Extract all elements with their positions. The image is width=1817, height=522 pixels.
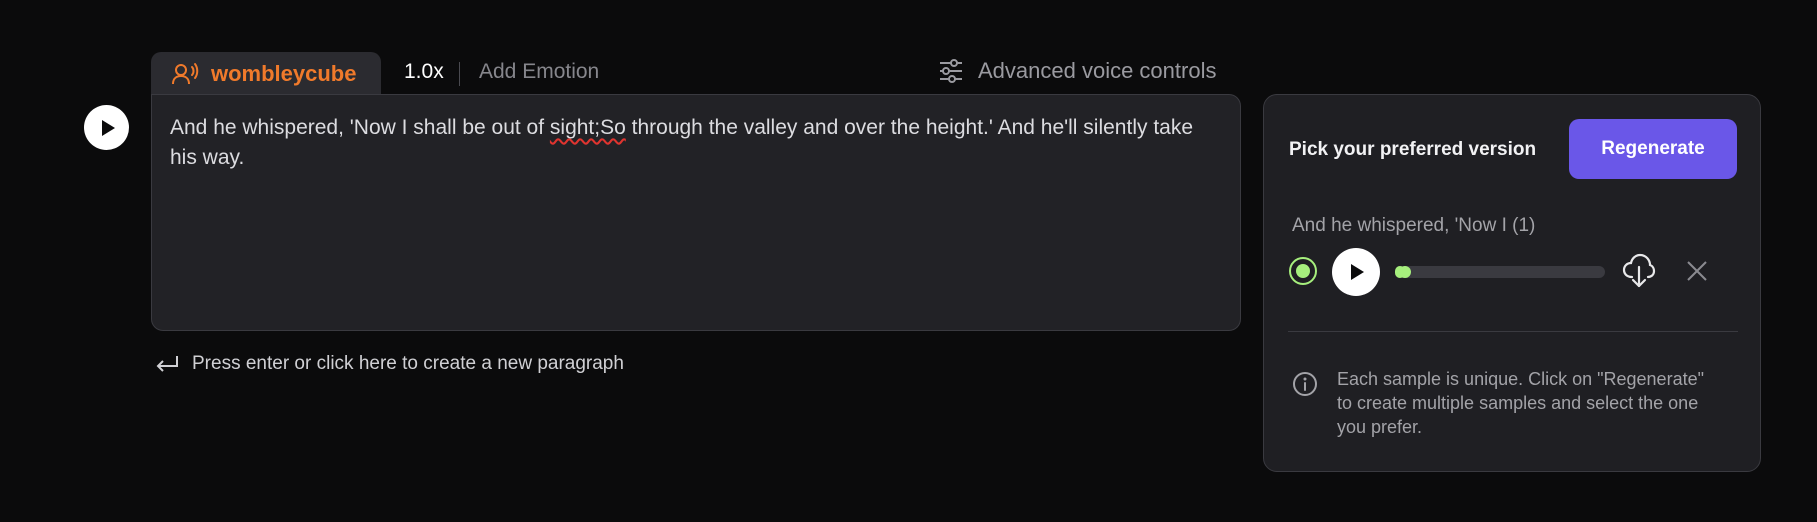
versions-panel: Pick your preferred version Regenerate A… [1263, 94, 1761, 472]
progress-knob[interactable] [1399, 266, 1412, 278]
play-icon [101, 119, 115, 136]
toolbar-divider [459, 62, 460, 86]
new-paragraph-hint[interactable]: Press enter or click here to create a ne… [154, 353, 624, 375]
regenerate-button[interactable]: Regenerate [1569, 119, 1737, 179]
pick-version-label: Pick your preferred version [1289, 139, 1537, 160]
radio-selected-dot [1296, 264, 1310, 278]
new-paragraph-label: Press enter or click here to create a ne… [192, 353, 624, 374]
cloud-download-icon [1622, 253, 1656, 288]
sample-play-button[interactable] [1332, 248, 1380, 296]
advanced-voice-controls-label: Advanced voice controls [978, 58, 1217, 83]
sample-select-radio[interactable] [1289, 257, 1317, 285]
voice-user-icon [172, 63, 199, 85]
paragraph-text-part: And he whispered, 'Now I shall be out of [170, 116, 550, 139]
sample-progress-bar[interactable] [1395, 266, 1605, 278]
advanced-voice-controls-button[interactable]: Advanced voice controls [938, 58, 1216, 84]
play-icon [1351, 264, 1364, 280]
info-icon [1293, 372, 1317, 396]
add-emotion-button[interactable]: Add Emotion [479, 60, 599, 84]
info-text: Each sample is unique. Click on "Regener… [1337, 369, 1704, 437]
sample-title: And he whispered, 'Now I (1) [1292, 215, 1536, 236]
enter-arrow-icon [156, 356, 178, 372]
voice-name: wombleycube [211, 61, 357, 86]
remove-sample-button[interactable] [1685, 259, 1709, 288]
text-editor[interactable]: And he whispered, 'Now I shall be out of… [151, 94, 1241, 331]
close-icon [1687, 261, 1707, 281]
misspelled-word: sight;So [549, 116, 626, 139]
download-button[interactable] [1622, 253, 1656, 294]
voice-selector[interactable]: wombleycube [151, 52, 381, 96]
play-all-button[interactable] [84, 105, 129, 150]
paragraph-text[interactable]: And he whispered, 'Now I shall be out of… [170, 113, 1222, 173]
sliders-icon [940, 59, 962, 83]
speed-button[interactable]: 1.0x [404, 60, 444, 84]
panel-divider [1288, 331, 1738, 332]
